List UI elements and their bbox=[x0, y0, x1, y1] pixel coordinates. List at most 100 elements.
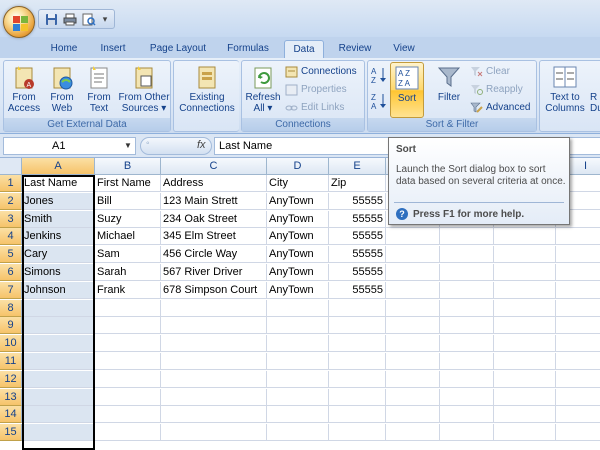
edit-links-button[interactable]: Edit Links bbox=[285, 100, 344, 116]
cell-a2[interactable]: Jones bbox=[22, 192, 95, 210]
filter-button[interactable]: Filter bbox=[432, 62, 466, 118]
cell-e13[interactable] bbox=[329, 388, 386, 406]
cell-a13[interactable] bbox=[22, 388, 95, 406]
tab-review[interactable]: Review bbox=[333, 40, 377, 58]
cell-c1[interactable]: Address bbox=[161, 175, 267, 192]
row-header[interactable]: 1 bbox=[0, 175, 22, 192]
cell-b5[interactable]: Sam bbox=[95, 246, 161, 264]
cell-e4[interactable]: 55555 bbox=[329, 228, 386, 246]
cell-b11[interactable] bbox=[95, 353, 161, 370]
remove-duplicates-button[interactable]: R Du bbox=[590, 62, 600, 118]
cell-a5[interactable]: Cary bbox=[22, 246, 95, 264]
cell-i5[interactable] bbox=[556, 246, 600, 264]
cell-b1[interactable]: First Name bbox=[95, 175, 161, 192]
reapply-button[interactable]: Reapply bbox=[470, 82, 523, 98]
name-box-dropdown-icon[interactable]: ▼ bbox=[124, 141, 132, 150]
cell-e3[interactable]: 55555 bbox=[329, 210, 386, 228]
row-header[interactable]: 11 bbox=[0, 353, 22, 370]
cell-i4[interactable] bbox=[556, 228, 600, 246]
cell-a8[interactable] bbox=[22, 299, 95, 317]
row-header[interactable]: 7 bbox=[0, 281, 22, 299]
cell-g5[interactable] bbox=[440, 246, 494, 264]
cell-h7[interactable] bbox=[494, 281, 556, 299]
cell-a11[interactable] bbox=[22, 353, 95, 370]
print-preview-icon[interactable] bbox=[81, 12, 97, 27]
cell-e10[interactable] bbox=[329, 335, 386, 353]
cell-c14[interactable] bbox=[161, 406, 267, 424]
cell-c9[interactable] bbox=[161, 317, 267, 335]
from-access-button[interactable]: A From Access bbox=[6, 62, 42, 118]
cell-h6[interactable] bbox=[494, 264, 556, 281]
cell-a9[interactable] bbox=[22, 317, 95, 335]
cell-c11[interactable] bbox=[161, 353, 267, 370]
cell-d13[interactable] bbox=[267, 388, 329, 406]
cell-a10[interactable] bbox=[22, 335, 95, 353]
connections-button[interactable]: Connections bbox=[285, 64, 357, 80]
cell-a15[interactable] bbox=[22, 424, 95, 442]
cell-b10[interactable] bbox=[95, 335, 161, 353]
cell-e9[interactable] bbox=[329, 317, 386, 335]
tab-home[interactable]: Home bbox=[44, 40, 84, 58]
from-other-sources-button[interactable]: From Other Sources ▾ bbox=[118, 62, 170, 118]
cell-h15[interactable] bbox=[494, 424, 556, 442]
row-header[interactable]: 8 bbox=[0, 299, 22, 317]
cell-c5[interactable]: 456 Circle Way bbox=[161, 246, 267, 264]
cell-d10[interactable] bbox=[267, 335, 329, 353]
cell-a6[interactable]: Simons bbox=[22, 264, 95, 281]
cell-f8[interactable] bbox=[386, 299, 440, 317]
cell-a4[interactable]: Jenkins bbox=[22, 228, 95, 246]
cell-h12[interactable] bbox=[494, 370, 556, 388]
cell-g15[interactable] bbox=[440, 424, 494, 442]
cell-h8[interactable] bbox=[494, 299, 556, 317]
cell-i7[interactable] bbox=[556, 282, 600, 299]
cell-c4[interactable]: 345 Elm Street bbox=[161, 228, 267, 246]
cell-d7[interactable]: AnyTown bbox=[267, 281, 329, 299]
cell-g6[interactable] bbox=[440, 264, 494, 281]
cell-b14[interactable] bbox=[95, 406, 161, 424]
sort-a-to-z-button[interactable]: AZ bbox=[371, 67, 387, 84]
cell-f6[interactable] bbox=[386, 264, 440, 281]
cell-a3[interactable]: Smith bbox=[22, 210, 95, 228]
sort-z-to-a-button[interactable]: ZA bbox=[371, 93, 387, 110]
cell-b4[interactable]: Michael bbox=[95, 228, 161, 246]
row-header[interactable]: 10 bbox=[0, 335, 22, 353]
cell-i14[interactable] bbox=[556, 406, 600, 424]
clear-button[interactable]: Clear bbox=[470, 64, 510, 80]
print-icon[interactable] bbox=[62, 12, 78, 27]
cell-h10[interactable] bbox=[494, 335, 556, 353]
cell-i13[interactable] bbox=[556, 389, 600, 406]
cell-b6[interactable]: Sarah bbox=[95, 264, 161, 281]
cell-d6[interactable]: AnyTown bbox=[267, 264, 329, 281]
cell-g9[interactable] bbox=[440, 317, 494, 335]
cell-h9[interactable] bbox=[494, 317, 556, 335]
properties-button[interactable]: Properties bbox=[285, 82, 347, 98]
row-header[interactable]: 14 bbox=[0, 406, 22, 424]
cell-e6[interactable]: 55555 bbox=[329, 264, 386, 281]
tab-insert[interactable]: Insert bbox=[92, 40, 134, 58]
cell-c8[interactable] bbox=[161, 299, 267, 317]
cell-a14[interactable] bbox=[22, 406, 95, 424]
row-header[interactable]: 12 bbox=[0, 370, 22, 388]
cell-d12[interactable] bbox=[267, 370, 329, 388]
row-header[interactable]: 9 bbox=[0, 317, 22, 335]
tab-view[interactable]: View bbox=[385, 40, 423, 58]
cell-d15[interactable] bbox=[267, 424, 329, 442]
from-text-button[interactable]: From Text bbox=[82, 62, 116, 118]
cell-c6[interactable]: 567 River Driver bbox=[161, 264, 267, 281]
column-header-c[interactable]: C bbox=[161, 158, 267, 175]
cell-h4[interactable] bbox=[494, 228, 556, 246]
cell-c3[interactable]: 234 Oak Street bbox=[161, 210, 267, 228]
cell-d2[interactable]: AnyTown bbox=[267, 192, 329, 210]
cell-c12[interactable] bbox=[161, 370, 267, 388]
cell-g11[interactable] bbox=[440, 353, 494, 370]
column-header-a[interactable]: A bbox=[22, 158, 95, 175]
advanced-button[interactable]: Advanced bbox=[470, 100, 530, 116]
cell-f14[interactable] bbox=[386, 406, 440, 424]
column-header-d[interactable]: D bbox=[267, 158, 329, 175]
cell-a7[interactable]: Johnson bbox=[22, 281, 95, 299]
cell-f7[interactable] bbox=[386, 281, 440, 299]
cell-h5[interactable] bbox=[494, 246, 556, 264]
cell-i12[interactable] bbox=[556, 371, 600, 388]
office-button[interactable] bbox=[3, 6, 35, 38]
cell-d9[interactable] bbox=[267, 317, 329, 335]
